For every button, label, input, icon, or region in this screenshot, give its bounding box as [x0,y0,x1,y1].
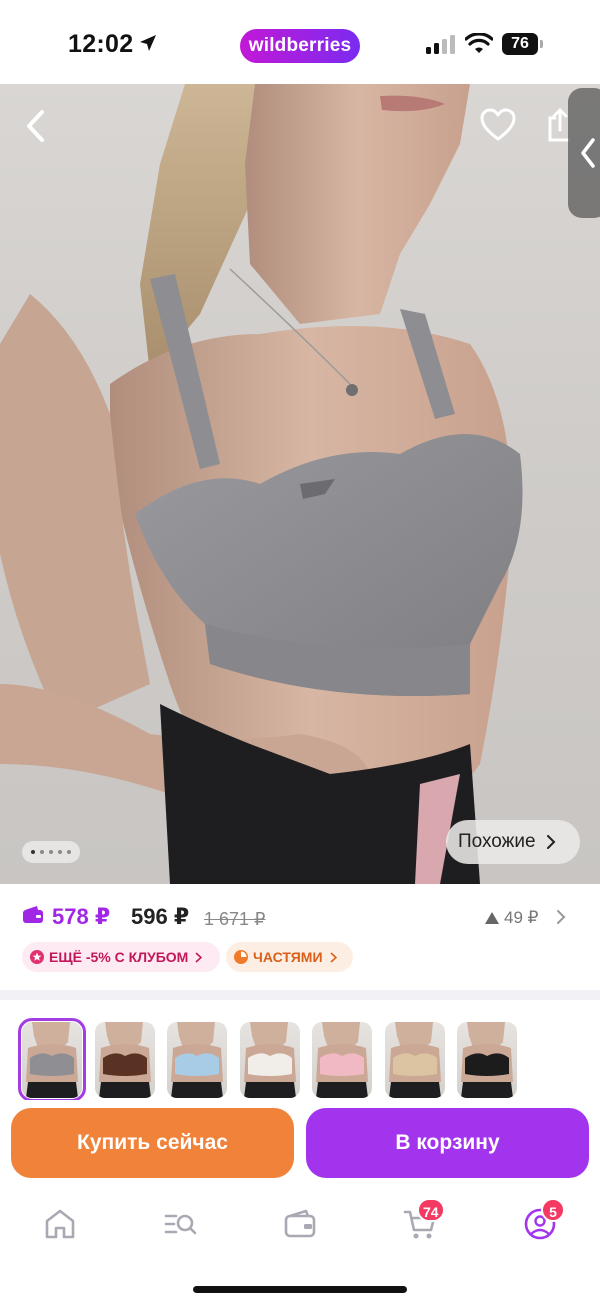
pagination-dot [31,850,35,854]
wallet-price-icon [23,906,43,923]
old-price: 1 671 ₽ [204,909,266,929]
wallet-icon[interactable] [282,1206,318,1242]
chevron-right-icon[interactable] [556,909,566,925]
price-history-button[interactable]: 49 ₽ [484,908,538,928]
location-arrow-icon [140,35,156,51]
catalog-search-icon[interactable] [162,1206,198,1242]
pagination-dot [58,850,62,854]
status-time: 12:02 [68,30,134,58]
purchase-actions: Купить сейчас В корзину [0,1100,600,1192]
favorite-heart-icon[interactable] [480,108,516,142]
color-variant-thumb[interactable] [457,1022,517,1098]
club-star-icon [30,950,44,964]
cart-count-badge: 74 [417,1198,445,1222]
price-section: 578 ₽ 596 ₽ 1 671 ₽ 49 ₽ ЕЩЁ -5% С КЛУБО… [0,884,600,990]
chevron-left-icon [581,138,595,168]
product-photo [0,84,523,884]
battery-level: 76 [502,33,538,55]
buy-now-button[interactable]: Купить сейчас [11,1108,294,1178]
section-divider [0,990,600,1000]
color-variant-thumb[interactable] [384,1022,445,1098]
pagination-dot [40,850,44,854]
pagination-dot [67,850,71,854]
wifi-icon [465,33,493,53]
wallet-price: 578 ₽ [52,904,111,929]
color-variant-thumb[interactable] [167,1022,227,1098]
current-price: 596 ₽ [131,904,190,929]
chevron-right-icon [546,835,555,849]
club-discount-label: ЕЩЁ -5% С КЛУБОМ [49,949,189,965]
similar-label: Похожие [458,831,536,852]
bottom-tab-bar: 74 5 [0,1192,600,1303]
color-variants [0,1000,600,1110]
wildberries-app-pill[interactable]: wildberries [240,29,360,63]
chevron-right-icon [195,951,203,963]
similar-products-button[interactable]: Похожие [446,820,580,864]
home-icon[interactable] [42,1206,78,1242]
cellular-signal-icon [426,35,455,54]
price-up-triangle-icon [485,912,499,924]
profile-notification-badge: 5 [541,1198,565,1222]
club-discount-chip[interactable]: ЕЩЁ -5% С КЛУБОМ [22,942,220,972]
battery-icon: 76 [502,33,544,55]
gallery-pagination-dots [22,841,80,863]
color-variant-thumb[interactable] [239,1022,300,1098]
back-button[interactable] [20,106,52,146]
price-rise-value: 49 ₽ [504,908,539,927]
color-variant-thumb[interactable] [94,1022,155,1098]
pie-chart-icon [234,950,248,964]
add-to-cart-button[interactable]: В корзину [306,1108,589,1178]
share-icon[interactable] [548,106,570,142]
home-indicator [193,1286,407,1293]
color-variant-thumb[interactable] [18,1018,86,1102]
side-panel-tab[interactable] [568,88,600,218]
status-bar: 12:02 wildberries 76 [0,0,600,84]
installments-chip[interactable]: ЧАСТЯМИ [226,942,353,972]
product-image-gallery[interactable]: Похожие [0,84,600,884]
chevron-right-icon [329,951,337,963]
installments-label: ЧАСТЯМИ [253,949,323,965]
pagination-dot [49,850,53,854]
color-variant-thumb[interactable] [312,1022,372,1098]
